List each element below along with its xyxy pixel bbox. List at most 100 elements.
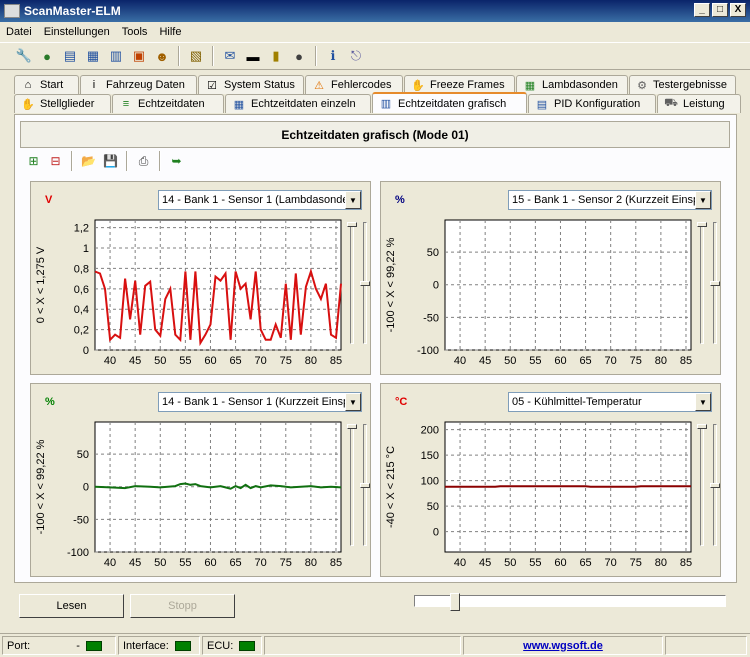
x-tick-label: 65 <box>579 557 591 569</box>
plot-area <box>94 219 342 351</box>
range-label: -40 < X < 215 °C <box>385 446 397 528</box>
tab-testergebnisse[interactable]: ⚙ Testergebnisse <box>629 75 736 94</box>
tab-start[interactable]: ⌂ Start <box>14 75 79 94</box>
ecu-label: ECU: <box>207 639 234 652</box>
tab-echtzeitdaten[interactable]: ≡ Echtzeitdaten <box>112 94 224 113</box>
menu-einstellungen[interactable]: Einstellungen <box>38 26 116 38</box>
tab-system-status[interactable]: ☑ System Status <box>198 75 304 94</box>
tab-label: Leistung <box>683 98 725 110</box>
car-icon: ⛟ <box>664 97 678 109</box>
chart-icon[interactable]: ▥ <box>106 46 126 66</box>
read-button[interactable]: Lesen <box>19 594 124 618</box>
remove-chart-icon[interactable]: ⊟ <box>46 152 65 171</box>
toolbar-separator <box>159 151 161 171</box>
gauge-icon[interactable]: ● <box>289 46 309 66</box>
x-tick-label: 65 <box>229 557 241 569</box>
tab-label: Echtzeitdaten einzeln <box>251 98 356 110</box>
slider-thumb[interactable] <box>360 482 370 488</box>
x-tick-label: 65 <box>229 355 241 367</box>
range-min-slider[interactable] <box>347 222 357 344</box>
slider-thumb[interactable] <box>697 222 707 227</box>
x-tick-label: 45 <box>129 355 141 367</box>
battery-icon[interactable]: ▮ <box>266 46 286 66</box>
chat-icon[interactable]: ✉ <box>220 46 240 66</box>
exit-icon[interactable]: ⎋ <box>346 46 366 66</box>
stop-button[interactable]: Stopp <box>130 594 235 618</box>
grid-icon: ▦ <box>233 98 245 111</box>
app-icon <box>4 4 20 18</box>
tab-fahrzeug-daten[interactable]: i Fahrzeug Daten <box>80 75 197 94</box>
tab-label: System Status <box>224 79 295 91</box>
range-max-slider[interactable] <box>710 424 720 546</box>
tab-echtzeitdaten-grafisch[interactable]: ▥ Echtzeitdaten grafisch <box>372 92 527 113</box>
y-tick-label: 50 <box>427 247 439 259</box>
tab-lambdasonden[interactable]: ▦ Lambdasonden <box>516 75 628 94</box>
speed-slider[interactable] <box>414 593 726 611</box>
export-icon[interactable]: ➥ <box>167 152 186 171</box>
tab-echtzeitdaten-einzeln[interactable]: ▦ Echtzeitdaten einzeln <box>225 94 371 113</box>
x-tick-label: 70 <box>255 557 267 569</box>
y-tick-label: 200 <box>421 425 439 437</box>
y-tick-label: 0 <box>433 280 439 292</box>
y-tick-label: 150 <box>421 450 439 462</box>
x-tick-label: 70 <box>605 557 617 569</box>
wrench-icon[interactable]: 🔧 <box>14 46 34 66</box>
x-tick-label: 85 <box>680 557 692 569</box>
help-icon[interactable]: ℹ <box>323 46 343 66</box>
add-chart-icon[interactable]: ⊞ <box>24 152 43 171</box>
terminal-icon[interactable]: ▬ <box>243 46 263 66</box>
slider-thumb[interactable] <box>697 424 707 429</box>
slider-thumb[interactable] <box>710 280 720 286</box>
chart-panel-fuel-trim: % 14 - Bank 1 - Sensor 1 (Kurzzeit Einspr… <box>30 383 371 577</box>
clipboard-icon[interactable]: ▧ <box>186 46 206 66</box>
user-icon[interactable]: ☻ <box>152 46 172 66</box>
slider-thumb[interactable] <box>450 593 460 611</box>
x-tick-label: 55 <box>179 355 191 367</box>
slider-thumb[interactable] <box>710 482 720 488</box>
tab-label: Start <box>40 79 64 91</box>
x-tick-label: 55 <box>179 557 191 569</box>
minimize-button[interactable]: _ <box>694 3 710 17</box>
chart-svg: 40 45 50 55 60 65 70 75 80 85 1,2 1 0,8 0,6 0,4 0,2 0 0 <… <box>35 219 342 367</box>
tab-leistung[interactable]: ⛟ Leistung <box>657 94 741 113</box>
slider-thumb[interactable] <box>347 222 357 227</box>
range-min-slider[interactable] <box>697 424 707 546</box>
tab-stellglieder[interactable]: ✋ Stellglieder <box>14 94 111 113</box>
grid-icon[interactable]: ▦ <box>83 46 103 66</box>
close-button[interactable]: X <box>730 3 746 17</box>
menu-tools[interactable]: Tools <box>116 26 154 38</box>
status-ecu: ECU: <box>202 636 262 655</box>
range-min-slider[interactable] <box>697 222 707 344</box>
tab-label: PID Konfiguration <box>554 98 641 110</box>
info-doc-icon[interactable]: ▤ <box>60 46 80 66</box>
tab-pid-konfiguration[interactable]: ▤ PID Konfiguration <box>528 94 656 113</box>
globe-icon[interactable]: ● <box>37 46 57 66</box>
main-toolbar: 🔧 ● ▤ ▦ ▥ ▣ ☻ ▧ ✉ ▬ ▮ ● ℹ ⎋ <box>0 42 750 70</box>
x-tick-label: 55 <box>529 355 541 367</box>
range-max-slider[interactable] <box>360 424 370 546</box>
y-tick-label: 50 <box>77 449 89 461</box>
tab-label: Echtzeitdaten grafisch <box>398 97 507 110</box>
range-max-slider[interactable] <box>360 222 370 344</box>
x-tick-label: 50 <box>154 355 166 367</box>
tab-label: Freeze Frames <box>430 79 505 91</box>
website-link[interactable]: www.wgsoft.de <box>523 640 603 652</box>
y-tick-label: 0 <box>433 527 439 539</box>
y-tick-label: 0 <box>83 482 89 494</box>
image-icon[interactable]: ▣ <box>129 46 149 66</box>
range-min-slider[interactable] <box>347 424 357 546</box>
maximize-button[interactable]: □ <box>712 3 728 17</box>
x-tick-label: 80 <box>655 355 667 367</box>
menu-datei[interactable]: Datei <box>0 26 38 38</box>
slider-thumb[interactable] <box>347 424 357 429</box>
status-link-box: www.wgsoft.de <box>463 636 663 655</box>
menu-hilfe[interactable]: Hilfe <box>153 26 187 38</box>
menu-bar: Datei Einstellungen Tools Hilfe <box>0 22 750 41</box>
x-tick-label: 80 <box>655 557 667 569</box>
print-icon[interactable]: ⎙ <box>134 152 153 171</box>
toolbar-separator <box>71 151 73 171</box>
save-icon[interactable]: 💾 <box>101 152 120 171</box>
range-max-slider[interactable] <box>710 222 720 344</box>
open-folder-icon[interactable]: 📂 <box>79 152 98 171</box>
slider-thumb[interactable] <box>360 280 370 286</box>
